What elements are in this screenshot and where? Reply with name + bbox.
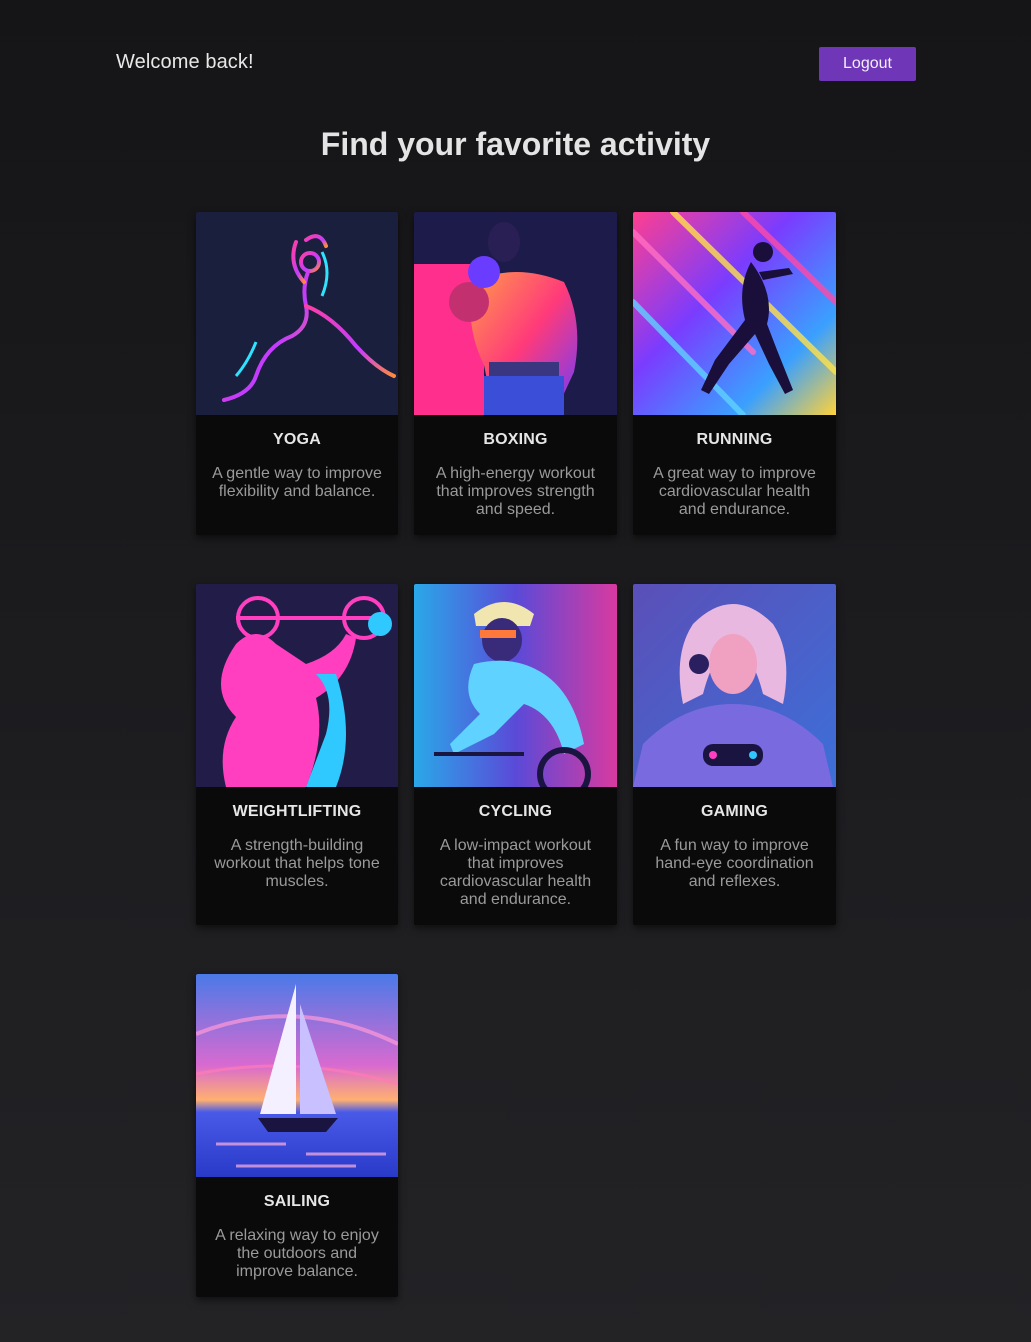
- activity-card-gaming[interactable]: GAMING A fun way to improve hand-eye coo…: [633, 584, 836, 925]
- activity-description: A strength-building workout that helps t…: [214, 837, 380, 890]
- activity-description: A high-energy workout that improves stre…: [435, 465, 596, 518]
- page-title: Find your favorite activity: [320, 126, 711, 162]
- activity-description: A fun way to improve hand-eye coordinati…: [655, 837, 814, 890]
- activity-title: BOXING: [483, 431, 548, 448]
- yoga-figure-icon: [196, 212, 398, 415]
- welcome-message: Welcome back!: [116, 51, 254, 73]
- activity-description: A low-impact workout that improves cardi…: [439, 837, 592, 908]
- activity-card-weightlifting[interactable]: WEIGHTLIFTING A strength-building workou…: [196, 584, 398, 925]
- activity-description: A gentle way to improve flexibility and …: [212, 465, 382, 500]
- activity-card-sailing[interactable]: SAILING A relaxing way to enjoy the outd…: [196, 974, 398, 1297]
- runner-figure-icon: [633, 212, 836, 415]
- gamer-figure-icon: [633, 584, 836, 787]
- weightlifter-figure-icon: [196, 584, 398, 787]
- boxer-figure-icon: [414, 212, 617, 415]
- activity-card-yoga[interactable]: YOGA A gentle way to improve flexibility…: [196, 212, 398, 535]
- activity-title: RUNNING: [696, 431, 773, 448]
- logout-button[interactable]: Logout: [819, 47, 916, 81]
- activity-description: A great way to improve cardiovascular he…: [653, 465, 816, 518]
- sailboat-icon: [196, 974, 398, 1177]
- activity-grid: YOGA A gentle way to improve flexibility…: [196, 212, 836, 1297]
- activity-card-running[interactable]: RUNNING A great way to improve cardiovas…: [633, 212, 836, 535]
- activity-title: YOGA: [273, 431, 321, 448]
- activity-description: A relaxing way to enjoy the outdoors and…: [215, 1227, 379, 1280]
- activity-title: CYCLING: [478, 803, 553, 820]
- page-header: Welcome back! Logout: [0, 0, 1031, 130]
- activity-title: GAMING: [701, 803, 768, 820]
- activity-title: WEIGHTLIFTING: [232, 803, 362, 820]
- cyclist-figure-icon: [414, 584, 617, 787]
- activity-title: SAILING: [263, 1193, 331, 1210]
- activity-card-cycling[interactable]: CYCLING A low-impact workout that improv…: [414, 584, 617, 925]
- activity-card-boxing[interactable]: BOXING A high-energy workout that improv…: [414, 212, 617, 535]
